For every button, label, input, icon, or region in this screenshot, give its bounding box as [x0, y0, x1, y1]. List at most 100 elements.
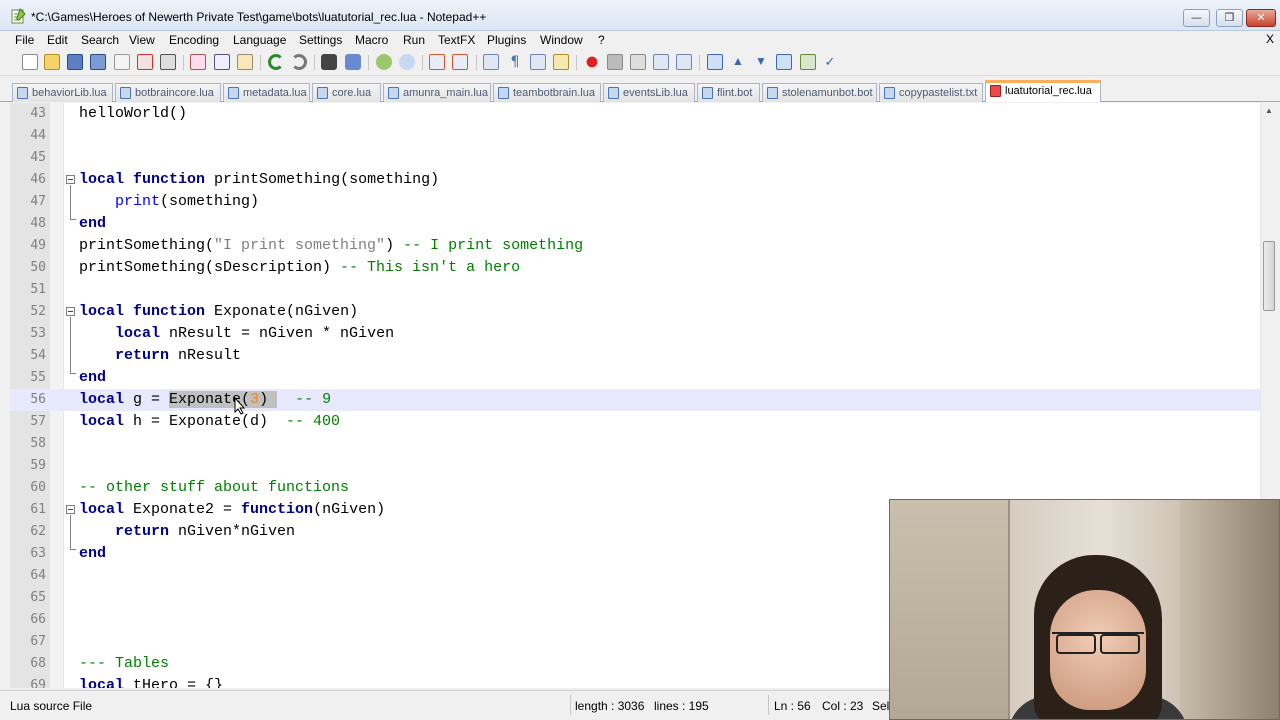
save-macro-icon[interactable]	[676, 54, 692, 70]
tab-teambotbrain[interactable]: teambotbrain.lua	[493, 83, 601, 102]
scroll-up-icon[interactable]: ▲	[1265, 106, 1273, 115]
code-line[interactable]: 47 print(something)	[10, 191, 1260, 213]
line-number: 44	[30, 128, 46, 143]
close-all-icon[interactable]	[137, 54, 153, 70]
line-number: 47	[30, 194, 46, 209]
tab-copypastelist[interactable]: copypastelist.txt	[879, 83, 983, 102]
tab-botbraincore[interactable]: botbraincore.lua	[115, 83, 221, 102]
code-line[interactable]: 50 printSomething(sDescription) -- This i…	[10, 257, 1260, 279]
code-text: local function printSomething(something)	[79, 171, 440, 188]
code-line[interactable]: 43 helloWorld()	[10, 103, 1260, 125]
tab-core[interactable]: core.lua	[312, 83, 381, 102]
code-line[interactable]: 58	[10, 433, 1260, 455]
menu-window[interactable]: Window	[540, 33, 583, 47]
sync-vertical-icon[interactable]	[429, 54, 445, 70]
menu-encoding[interactable]: Encoding	[169, 33, 219, 47]
menu-macro[interactable]: Macro	[355, 33, 388, 47]
cut-icon[interactable]	[190, 54, 206, 70]
code-line[interactable]: 51	[10, 279, 1260, 301]
open-file-icon[interactable]	[44, 54, 60, 70]
line-number: 50	[30, 260, 46, 275]
redo-icon[interactable]	[291, 54, 307, 70]
menu-file[interactable]: File	[15, 33, 34, 47]
indent-guide-icon[interactable]	[530, 54, 546, 70]
code-line[interactable]: 56 local g = Exponate(3) -- 9	[10, 389, 1260, 411]
fold-toggle[interactable]	[66, 505, 75, 514]
status-file-type: Lua source File	[10, 699, 93, 713]
menu-search[interactable]: Search	[81, 33, 119, 47]
trim-icon[interactable]	[776, 54, 792, 70]
code-line[interactable]: 55 end	[10, 367, 1260, 389]
tab-flint[interactable]: flint.bot	[697, 83, 760, 102]
menu-edit[interactable]: Edit	[47, 33, 68, 47]
menu-plugins[interactable]: Plugins	[487, 33, 526, 47]
next-icon[interactable]: ▼	[753, 54, 769, 70]
line-number: 61	[30, 502, 46, 517]
sync-horizontal-icon[interactable]	[452, 54, 468, 70]
tab-eventslib[interactable]: eventsLib.lua	[603, 83, 695, 102]
paste-icon[interactable]	[237, 54, 253, 70]
menu-view[interactable]: View	[129, 33, 155, 47]
minimize-button[interactable]: —	[1183, 9, 1210, 27]
line-number: 68	[30, 656, 46, 671]
show-all-chars-icon[interactable]: ¶	[507, 54, 523, 70]
tab-amunra-main[interactable]: amunra_main.lua	[383, 83, 491, 102]
line-number: 58	[30, 436, 46, 451]
close-document-button[interactable]: X	[1266, 32, 1274, 46]
line-number: 46	[30, 172, 46, 187]
fold-toggle[interactable]	[66, 307, 75, 316]
code-line[interactable]: 46 local function printSomething(somethin…	[10, 169, 1260, 191]
print-icon[interactable]	[160, 54, 176, 70]
save-icon[interactable]	[67, 54, 83, 70]
webcam-overlay	[889, 499, 1280, 720]
maximize-button[interactable]: ❐	[1216, 9, 1243, 27]
play-macro-icon[interactable]	[630, 54, 646, 70]
tab-stolenamunbot[interactable]: stolenamunbot.bot	[762, 83, 877, 102]
fold-toggle[interactable]	[66, 175, 75, 184]
user-lang-icon[interactable]	[553, 54, 569, 70]
save-all-icon[interactable]	[90, 54, 106, 70]
menu-settings[interactable]: Settings	[299, 33, 342, 47]
scroll-thumb[interactable]	[1263, 241, 1275, 311]
stop-macro-icon[interactable]	[607, 54, 623, 70]
fold-all-icon[interactable]	[707, 54, 723, 70]
saved-file-icon	[702, 87, 713, 99]
prev-icon[interactable]: ▲	[730, 54, 746, 70]
code-text: --- Tables	[79, 655, 170, 672]
code-line[interactable]: 52 local function Exponate(nGiven)	[10, 301, 1260, 323]
tab-luatutorial-rec[interactable]: luatutorial_rec.lua	[985, 80, 1101, 102]
line-number: 65	[30, 590, 46, 605]
code-line[interactable]: 45	[10, 147, 1260, 169]
tab-behaviorlib[interactable]: behaviorLib.lua	[12, 83, 113, 102]
status-line-number: Ln : 56	[774, 699, 811, 713]
close-icon[interactable]	[114, 54, 130, 70]
close-window-button[interactable]: ✕	[1246, 9, 1276, 27]
replace-icon[interactable]	[345, 54, 361, 70]
code-line[interactable]: 60 -- other stuff about functions	[10, 477, 1260, 499]
menu-textfx[interactable]: TextFX	[438, 33, 475, 47]
menu-help[interactable]: ?	[598, 33, 605, 47]
notepad-plus-plus-icon	[11, 8, 26, 24]
code-line[interactable]: 44	[10, 125, 1260, 147]
menu-language[interactable]: Language	[233, 33, 286, 47]
tab-metadata[interactable]: metadata.lua	[223, 83, 310, 102]
new-file-icon[interactable]	[22, 54, 38, 70]
word-wrap-icon[interactable]	[483, 54, 499, 70]
code-line[interactable]: 57 local h = Exponate(d) -- 400	[10, 411, 1260, 433]
zoom-in-icon[interactable]	[376, 54, 392, 70]
code-line[interactable]: 53 local nResult = nGiven * nGiven	[10, 323, 1260, 345]
spellcheck-icon[interactable]	[800, 54, 816, 70]
code-line[interactable]: 49 printSomething("I print something") --…	[10, 235, 1260, 257]
undo-icon[interactable]	[268, 54, 284, 70]
run-macro-multiple-icon[interactable]	[653, 54, 669, 70]
code-text: printSomething(sDescription) -- This isn…	[79, 259, 521, 276]
find-icon[interactable]	[321, 54, 337, 70]
code-line[interactable]: 54 return nResult	[10, 345, 1260, 367]
copy-icon[interactable]	[214, 54, 230, 70]
code-line[interactable]: 48 end	[10, 213, 1260, 235]
menu-run[interactable]: Run	[403, 33, 425, 47]
zoom-out-icon[interactable]	[399, 54, 415, 70]
settings-icon[interactable]: ✓	[822, 54, 838, 70]
record-macro-icon[interactable]	[584, 54, 600, 70]
code-line[interactable]: 59	[10, 455, 1260, 477]
